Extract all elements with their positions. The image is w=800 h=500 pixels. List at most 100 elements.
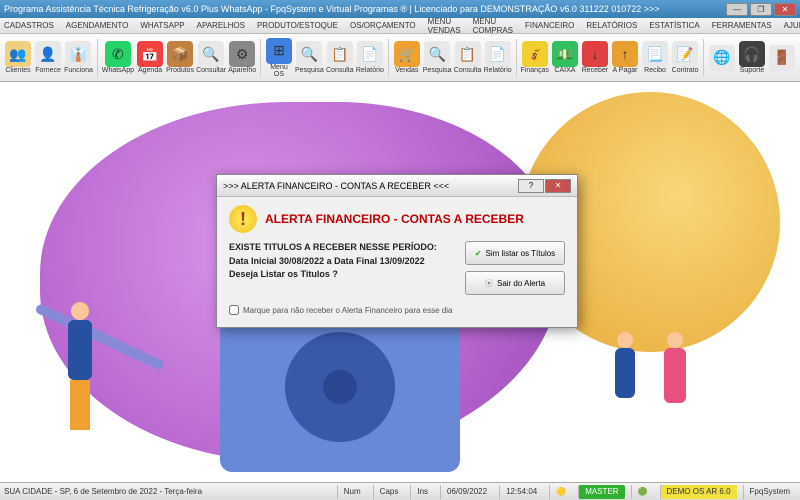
worker-illustration	[660, 332, 690, 452]
Finanças-icon: 💰	[522, 41, 548, 67]
toolbar-Aparelho[interactable]: ⚙Aparelho	[228, 41, 256, 74]
menu-financeiro[interactable]: FINANCEIRO	[525, 21, 574, 30]
dialog-close-button[interactable]: ✕	[545, 179, 571, 193]
menu-ferramentas[interactable]: FERRAMENTAS	[712, 21, 772, 30]
toolbar-CAIXA[interactable]: 💵CAIXA	[551, 41, 579, 74]
toolbar-Recibo[interactable]: 📃Recibo	[641, 41, 669, 74]
menu-cadastros[interactable]: CADASTROS	[4, 21, 54, 30]
Relatório-icon: 📄	[485, 41, 511, 67]
toolbar-label: Finanças	[520, 67, 548, 74]
toolbar-Produtos[interactable]: 📦Produtos	[166, 41, 194, 74]
toolbar-label: Relatório	[356, 67, 384, 74]
toolbar-Clientes[interactable]: 👥Clientes	[4, 41, 32, 74]
toolbar-label: Receber	[582, 67, 608, 74]
toolbar-item[interactable]: 🚪	[768, 45, 796, 71]
menu-ajuda[interactable]: AJUDA	[784, 21, 800, 30]
minimize-button[interactable]: ―	[726, 3, 748, 16]
menu-produto[interactable]: PRODUTO/ESTOQUE	[257, 21, 338, 30]
A Pagar-icon: ↑	[612, 41, 638, 67]
maximize-button[interactable]: ❐	[750, 3, 772, 16]
status-num: Num	[337, 485, 367, 499]
menu-compras[interactable]: MENU COMPRAS	[473, 17, 513, 35]
toolbar-Pesquisa[interactable]: 🔍Pesquisa	[295, 41, 324, 74]
exit-alert-button[interactable]: ⦿Sair do Alerta	[465, 271, 565, 295]
toolbar-item[interactable]: 🌐	[708, 45, 736, 71]
toolbar-label: Fornece	[35, 67, 61, 74]
worker-illustration	[60, 302, 100, 442]
toolbar-Pesquisa[interactable]: 🔍Pesquisa	[423, 41, 452, 74]
CAIXA-icon: 💵	[552, 41, 578, 67]
toolbar: 👥Clientes👤Fornece👔Funciona✆WhatsApp📅Agen…	[0, 34, 800, 82]
toolbar-Relatório[interactable]: 📄Relatório	[484, 41, 512, 74]
toolbar-label: Relatório	[484, 67, 512, 74]
toolbar-Contrato[interactable]: 📝Contrato	[671, 41, 699, 74]
toolbar-Finanças[interactable]: 💰Finanças	[520, 41, 548, 74]
toolbar-label: Pesquisa	[295, 67, 324, 74]
toolbar-Relatório[interactable]: 📄Relatório	[356, 41, 384, 74]
menu-vendas[interactable]: MENU VENDAS	[428, 17, 461, 35]
menubar: CADASTROS AGENDAMENTO WHATSAPP APARELHOS…	[0, 18, 800, 34]
suppress-alert-checkbox[interactable]: Marque para não receber o Alerta Finance…	[229, 305, 565, 315]
Relatório-icon: 📄	[357, 41, 383, 67]
toolbar-label: Consultar	[196, 67, 226, 74]
menu-whatsapp[interactable]: WHATSAPP	[140, 21, 184, 30]
toolbar-label: Aparelho	[228, 67, 256, 74]
toolbar-WhatsApp[interactable]: ✆WhatsApp	[102, 41, 134, 74]
close-button[interactable]: ✕	[774, 3, 796, 16]
toolbar-Consultar[interactable]: 🔍Consultar	[196, 41, 226, 74]
status-indicator: 🟡	[549, 485, 572, 499]
alert-dialog: >>> ALERTA FINANCEIRO - CONTAS A RECEBER…	[216, 174, 578, 328]
toolbar-Menu OS[interactable]: ⊞Menu OS	[265, 38, 293, 78]
suppress-alert-input[interactable]	[229, 305, 239, 315]
toolbar-label: Produtos	[166, 67, 194, 74]
toolbar-Suporte[interactable]: 🎧Suporte	[738, 41, 766, 74]
dialog-message: EXISTE TITULOS A RECEBER NESSE PERÍODO: …	[229, 241, 455, 295]
menu-agendamento[interactable]: AGENDAMENTO	[66, 21, 129, 30]
Menu OS-icon: ⊞	[266, 38, 292, 64]
main-titlebar: Programa Assistência Técnica Refrigeraçã…	[0, 0, 800, 18]
toolbar-Agenda[interactable]: 📅Agenda	[136, 41, 164, 74]
menu-aparelhos[interactable]: APARELHOS	[197, 21, 245, 30]
toolbar-label: Suporte	[740, 67, 765, 74]
toolbar-label: Clientes	[5, 67, 30, 74]
toolbar-Funciona[interactable]: 👔Funciona	[64, 41, 93, 74]
toolbar-Consulta[interactable]: 📋Consulta	[454, 41, 482, 74]
dialog-titlebar[interactable]: >>> ALERTA FINANCEIRO - CONTAS A RECEBER…	[217, 175, 577, 197]
Receber-icon: ↓	[582, 41, 608, 67]
toolbar-Receber[interactable]: ↓Receber	[581, 41, 609, 74]
toolbar-label: Funciona	[64, 67, 93, 74]
Recibo-icon: 📃	[642, 41, 668, 67]
toolbar-label: Recibo	[644, 67, 666, 74]
Contrato-icon: 📝	[672, 41, 698, 67]
Funciona-icon: 👔	[65, 41, 91, 67]
status-location: SUA CIDADE - SP, 6 de Setembro de 2022 -…	[4, 487, 331, 496]
window-controls: ― ❐ ✕	[726, 3, 796, 16]
Agenda-icon: 📅	[137, 41, 163, 67]
menu-os[interactable]: OS/ORÇAMENTO	[350, 21, 416, 30]
status-caps: Caps	[373, 485, 405, 499]
Vendas-icon: 🛒	[394, 41, 420, 67]
Fornece-icon: 👤	[35, 41, 61, 67]
alert-icon: !	[229, 205, 257, 233]
menu-relatorios[interactable]: RELATÓRIOS	[586, 21, 637, 30]
menu-estatistica[interactable]: ESTATÍSTICA	[649, 21, 699, 30]
toolbar-Fornece[interactable]: 👤Fornece	[34, 41, 62, 74]
Pesquisa-icon: 🔍	[424, 41, 450, 67]
toolbar-label: Menu OS	[265, 64, 293, 78]
status-date: 06/09/2022	[440, 485, 493, 499]
toolbar-A Pagar[interactable]: ↑A Pagar	[611, 41, 639, 74]
dialog-caption: >>> ALERTA FINANCEIRO - CONTAS A RECEBER…	[223, 181, 518, 191]
toolbar-label: Consulta	[326, 67, 354, 74]
toolbar-label: A Pagar	[613, 67, 638, 74]
status-master: MASTER	[578, 485, 624, 499]
toolbar-Consulta[interactable]: 📋Consulta	[326, 41, 354, 74]
dialog-help-button[interactable]: ?	[518, 179, 544, 193]
status-brand: FpqSystem	[743, 485, 796, 499]
worker-illustration	[610, 332, 640, 452]
toolbar-label: Agenda	[138, 67, 162, 74]
Clientes-icon: 👥	[5, 41, 31, 67]
status-ins: Ins	[410, 485, 434, 499]
yes-list-button[interactable]: ✔Sim listar os Títulos	[465, 241, 565, 265]
workspace: >>> ALERTA FINANCEIRO - CONTAS A RECEBER…	[0, 82, 800, 482]
toolbar-Vendas[interactable]: 🛒Vendas	[393, 41, 421, 74]
